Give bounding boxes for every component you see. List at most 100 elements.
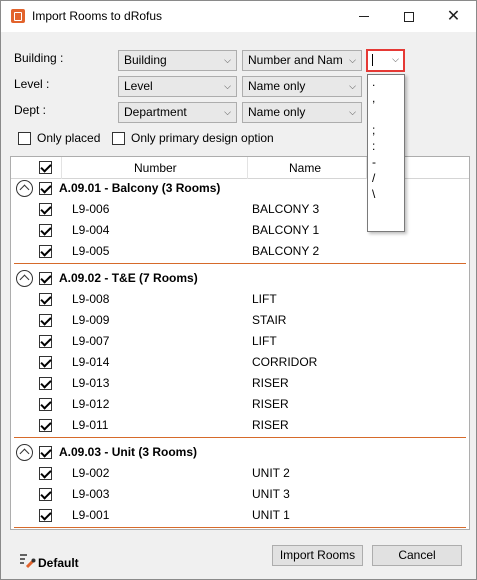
room-number: L9-004	[72, 223, 110, 237]
row-checkbox[interactable]	[39, 467, 52, 480]
text-caret	[372, 54, 373, 66]
separator-option[interactable]: \	[368, 187, 404, 203]
only-placed-checkbox[interactable]	[18, 132, 31, 145]
room-name: UNIT 2	[252, 466, 290, 480]
group-header: A.09.03 - Unit (3 Rooms)	[11, 442, 469, 463]
window-title: Import Rooms to dRofus	[32, 9, 163, 23]
maximize-button[interactable]	[386, 1, 431, 32]
room-name: CORRIDOR	[252, 355, 318, 369]
table-row[interactable]: L9-011 RISER	[11, 415, 469, 436]
minimize-button[interactable]	[341, 1, 386, 32]
room-number: L9-006	[72, 202, 110, 216]
separator-option[interactable]: /	[368, 171, 404, 187]
maximize-icon	[403, 11, 414, 22]
close-icon: ✕	[446, 7, 461, 25]
row-checkbox[interactable]	[39, 314, 52, 327]
column-divider	[61, 157, 62, 179]
row-checkbox[interactable]	[39, 335, 52, 348]
table-row[interactable]: L9-013 RISER	[11, 373, 469, 394]
import-rooms-window: Import Rooms to dRofus ✕ Building : Buil…	[0, 0, 477, 580]
table-row[interactable]: L9-007 LIFT	[11, 331, 469, 352]
separator-option[interactable]: :	[368, 139, 404, 155]
chevron-down-icon: ⌵	[392, 54, 399, 64]
dept-label: Dept :	[14, 103, 47, 117]
collapse-icon[interactable]	[16, 444, 33, 461]
chevron-down-icon: ⌵	[224, 107, 231, 117]
table-row[interactable]: L9-003 UNIT 3	[11, 484, 469, 505]
group-checkbox[interactable]	[39, 272, 52, 285]
cancel-button[interactable]: Cancel	[372, 545, 462, 566]
collapse-icon[interactable]	[16, 180, 33, 197]
row-checkbox[interactable]	[39, 356, 52, 369]
building-select-value: Building	[124, 53, 167, 67]
row-checkbox[interactable]	[39, 377, 52, 390]
settings-tool-icon[interactable]	[18, 552, 36, 570]
column-header-name[interactable]: Name	[289, 161, 321, 175]
table-row[interactable]: L9-014 CORRIDOR	[11, 352, 469, 373]
room-name: BALCONY 1	[252, 223, 320, 237]
department-select-value: Department	[124, 105, 187, 119]
table-row[interactable]: L9-002 UNIT 2	[11, 463, 469, 484]
room-number: L9-008	[72, 292, 110, 306]
table-row[interactable]: L9-001 UNIT 1	[11, 505, 469, 526]
room-name: RISER	[252, 418, 289, 432]
row-checkbox[interactable]	[39, 224, 52, 237]
app-icon	[11, 9, 25, 23]
level-format-select[interactable]: Name only ⌵	[242, 76, 362, 97]
row-checkbox[interactable]	[39, 419, 52, 432]
building-label: Building :	[14, 51, 64, 65]
select-all-checkbox[interactable]	[39, 161, 52, 174]
level-format-value: Name only	[248, 79, 306, 93]
import-rooms-button[interactable]: Import Rooms	[272, 545, 363, 566]
only-primary-checkbox[interactable]	[112, 132, 125, 145]
row-checkbox[interactable]	[39, 245, 52, 258]
level-label: Level :	[14, 77, 50, 91]
chevron-down-icon: ⌵	[349, 107, 356, 117]
department-format-value: Name only	[248, 105, 306, 119]
only-primary-label: Only primary design option	[131, 131, 274, 145]
close-button[interactable]: ✕	[431, 1, 476, 32]
room-name: UNIT 3	[252, 487, 290, 501]
room-name: BALCONY 3	[252, 202, 320, 216]
room-number: L9-011	[72, 418, 109, 432]
separator-option[interactable]: ;	[368, 123, 404, 139]
column-divider	[247, 157, 248, 179]
separator-option[interactable]: -	[368, 155, 404, 171]
column-header-number[interactable]: Number	[134, 161, 177, 175]
table-row[interactable]: L9-008 LIFT	[11, 289, 469, 310]
department-select[interactable]: Department ⌵	[118, 102, 237, 123]
default-profile-label[interactable]: Default	[38, 556, 79, 570]
group-checkbox[interactable]	[39, 446, 52, 459]
group-separator	[14, 527, 466, 528]
row-checkbox[interactable]	[39, 203, 52, 216]
building-format-select[interactable]: Number and Nam ⌵	[242, 50, 362, 71]
group-checkbox[interactable]	[39, 182, 52, 195]
table-row[interactable]: L9-005 BALCONY 2	[11, 241, 469, 262]
building-format-value: Number and Nam	[248, 53, 343, 67]
chevron-down-icon: ⌵	[224, 81, 231, 91]
room-number: L9-001	[72, 508, 110, 522]
building-select[interactable]: Building ⌵	[118, 50, 237, 71]
department-format-select[interactable]: Name only ⌵	[242, 102, 362, 123]
room-number: L9-007	[72, 334, 110, 348]
table-row[interactable]: L9-009 STAIR	[11, 310, 469, 331]
separator-option[interactable]: ,	[368, 91, 404, 107]
room-name: RISER	[252, 397, 289, 411]
row-checkbox[interactable]	[39, 509, 52, 522]
group-separator	[14, 437, 466, 438]
separator-option[interactable]	[368, 107, 404, 123]
separator-option[interactable]: .	[368, 75, 404, 91]
level-select[interactable]: Level ⌵	[118, 76, 237, 97]
separator-select[interactable]: ⌵	[366, 49, 405, 72]
room-number: L9-009	[72, 313, 110, 327]
room-name: STAIR	[252, 313, 287, 327]
row-checkbox[interactable]	[39, 398, 52, 411]
table-row[interactable]: L9-012 RISER	[11, 394, 469, 415]
room-name: RISER	[252, 376, 289, 390]
room-name: LIFT	[252, 292, 277, 306]
row-checkbox[interactable]	[39, 293, 52, 306]
room-number: L9-012	[72, 397, 110, 411]
row-checkbox[interactable]	[39, 488, 52, 501]
group-title: A.09.03 - Unit (3 Rooms)	[59, 445, 198, 459]
collapse-icon[interactable]	[16, 270, 33, 287]
